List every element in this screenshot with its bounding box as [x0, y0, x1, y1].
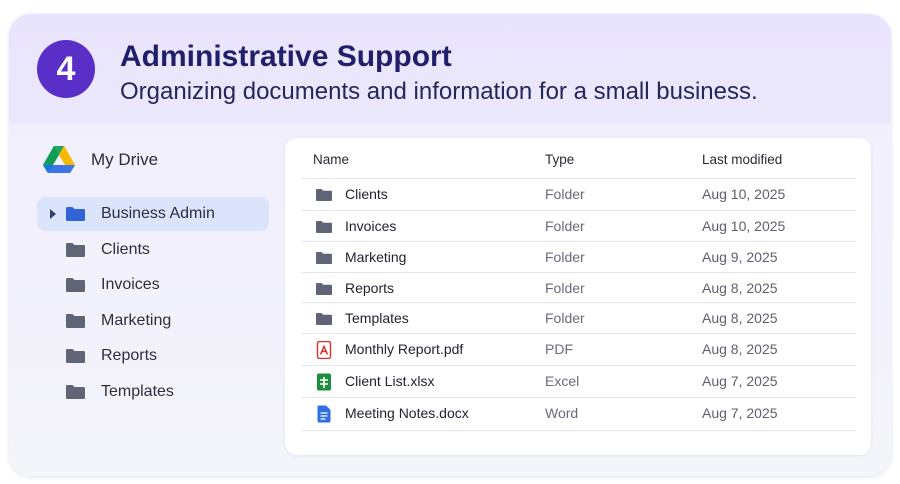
file-name: Templates [345, 310, 409, 326]
sidebar-item-label: Clients [101, 241, 150, 258]
sidebar-item-reports[interactable]: Reports [37, 339, 269, 373]
file-modified: Aug 8, 2025 [702, 341, 778, 357]
step-header: 4 Administrative Support Organizing docu… [9, 14, 891, 124]
file-type: Word [545, 405, 579, 421]
folder-icon [65, 313, 86, 329]
file-modified: Aug 8, 2025 [702, 310, 778, 326]
file-modified: Aug 7, 2025 [702, 373, 778, 389]
file-name: Reports [345, 280, 395, 296]
table-row[interactable]: Marketing Folder Aug 9, 2025 [285, 242, 871, 273]
sidebar-item-clients[interactable]: Clients [37, 233, 269, 267]
column-header-name[interactable]: Name [313, 152, 349, 167]
file-modified: Aug 10, 2025 [702, 218, 786, 234]
pdf-icon [315, 341, 333, 359]
folder-icon [315, 186, 333, 204]
column-header-type[interactable]: Type [545, 152, 574, 167]
sidebar-item-business-admin[interactable]: Business Admin [37, 197, 269, 231]
sidebar-item-templates[interactable]: Templates [37, 375, 269, 409]
file-type: Folder [545, 280, 585, 296]
table-row[interactable]: Monthly Report.pdf PDF Aug 8, 2025 [285, 334, 871, 365]
sidebar-item-label: Invoices [101, 276, 160, 293]
my-drive-label: My Drive [91, 150, 159, 169]
spreadsheet-icon [315, 373, 333, 391]
document-icon [315, 405, 333, 423]
step-title: Administrative Support [120, 40, 452, 73]
row-divider [302, 430, 856, 431]
table-row[interactable]: Clients Folder Aug 10, 2025 [285, 179, 871, 210]
sidebar-item-label: Marketing [101, 312, 172, 329]
file-type: Folder [545, 249, 585, 265]
file-modified: Aug 10, 2025 [702, 186, 786, 202]
folder-icon [315, 249, 333, 267]
folder-icon [65, 242, 86, 258]
sidebar-item-invoices[interactable]: Invoices [37, 268, 269, 302]
table-row[interactable]: Client List.xlsx Excel Aug 7, 2025 [285, 366, 871, 397]
file-modified: Aug 8, 2025 [702, 280, 778, 296]
table-row[interactable]: Meeting Notes.docx Word Aug 7, 2025 [285, 398, 871, 429]
folder-icon [65, 384, 86, 400]
file-modified: Aug 9, 2025 [702, 249, 778, 265]
file-name: Meeting Notes.docx [345, 405, 469, 421]
file-type: Folder [545, 218, 585, 234]
step-card: 4 Administrative Support Organizing docu… [9, 14, 891, 476]
file-type: Folder [545, 310, 585, 326]
sidebar-item-marketing[interactable]: Marketing [37, 304, 269, 338]
sidebar-item-label: Reports [101, 347, 158, 364]
folder-icon [65, 277, 86, 293]
column-header-last-modified[interactable]: Last modified [702, 152, 782, 167]
file-name: Clients [345, 186, 388, 202]
sidebar-item-label: Business Admin [101, 205, 215, 222]
file-type: PDF [545, 341, 573, 357]
folder-icon [315, 310, 333, 328]
file-name: Marketing [345, 249, 407, 265]
file-type: Excel [545, 373, 580, 389]
sidebar-item-label: Templates [101, 383, 174, 400]
file-name: Client List.xlsx [345, 373, 435, 389]
folder-icon [65, 348, 86, 364]
file-type: Folder [545, 186, 585, 202]
google-drive-logo-icon [43, 146, 75, 174]
file-name: Monthly Report.pdf [345, 341, 464, 357]
file-name: Invoices [345, 218, 397, 234]
folder-icon [315, 280, 333, 298]
step-subtitle: Organizing documents and information for… [120, 78, 758, 105]
table-row[interactable]: Invoices Folder Aug 10, 2025 [285, 211, 871, 242]
step-number-badge: 4 [37, 40, 95, 98]
folder-icon [65, 206, 86, 222]
file-modified: Aug 7, 2025 [702, 405, 778, 421]
file-list-panel: Name Type Last modified Clients Folder A… [285, 138, 871, 455]
table-row[interactable]: Templates Folder Aug 8, 2025 [285, 303, 871, 334]
my-drive-root[interactable]: My Drive [43, 144, 158, 176]
folder-icon [315, 218, 333, 236]
table-row[interactable]: Reports Folder Aug 8, 2025 [285, 273, 871, 304]
expand-caret-icon[interactable] [50, 209, 56, 219]
